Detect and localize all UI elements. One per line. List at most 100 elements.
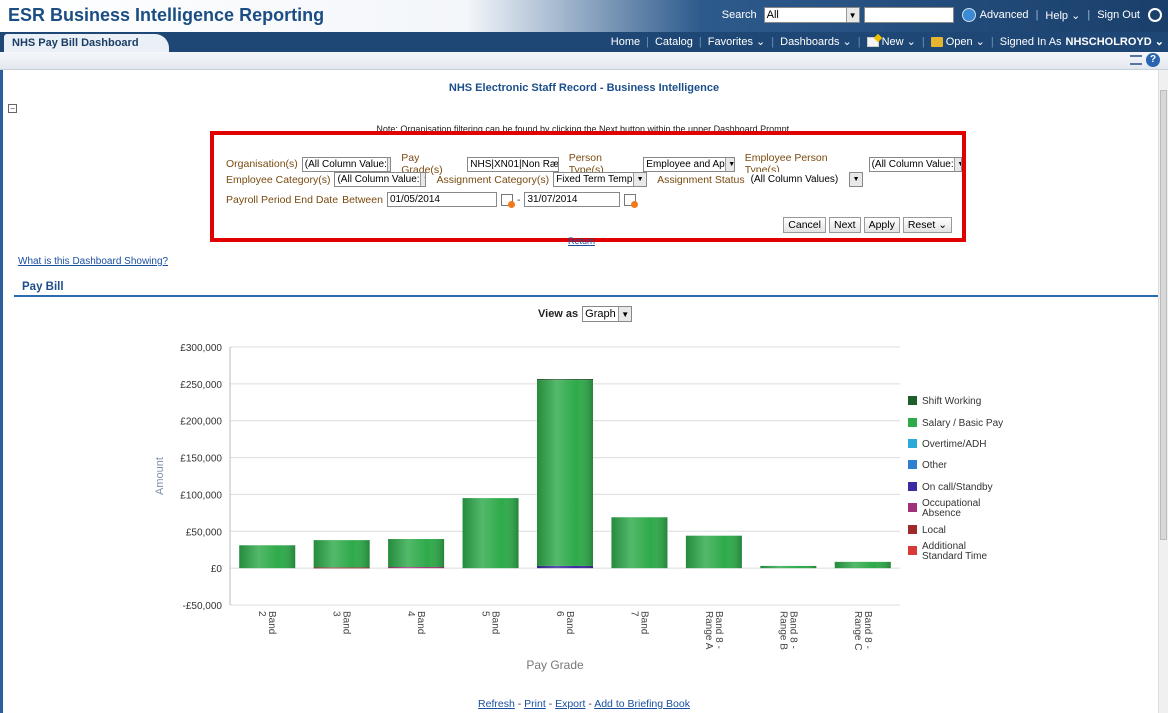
assignment-category-select[interactable]: Fixed Term Temp ▼ bbox=[553, 172, 648, 187]
help-icon[interactable]: ? bbox=[1146, 53, 1160, 67]
reset-button[interactable]: Reset ⌄ bbox=[902, 217, 952, 233]
catalog-link[interactable]: Catalog bbox=[655, 36, 693, 48]
footer-sep: - bbox=[585, 698, 595, 710]
nav-bar: NHS Pay Bill Dashboard Home | Catalog | … bbox=[0, 32, 1168, 52]
sign-out-link[interactable]: Sign Out bbox=[1097, 9, 1140, 21]
assignment-category-value: Fixed Term Temp bbox=[556, 174, 633, 185]
favorites-menu[interactable]: Favorites ⌄ bbox=[708, 35, 766, 48]
legend-label: Other bbox=[922, 460, 948, 471]
chevron-down-icon: ▼ bbox=[845, 8, 859, 22]
scrollbar-thumb[interactable] bbox=[1160, 90, 1167, 540]
search-input[interactable] bbox=[863, 7, 954, 23]
legend-label: Local bbox=[922, 525, 946, 536]
advanced-link[interactable]: Advanced bbox=[980, 9, 1029, 21]
y-tick-label: £300,000 bbox=[180, 343, 222, 354]
calendar-icon[interactable] bbox=[500, 193, 515, 208]
bar-stack bbox=[388, 539, 445, 569]
chevron-down-icon: ▼ bbox=[618, 307, 632, 321]
prompt-row-3: Payroll Period End Date Between 01/05/20… bbox=[226, 192, 639, 208]
return-link[interactable]: Return bbox=[568, 236, 595, 246]
divider: | bbox=[646, 35, 649, 48]
bar-stack bbox=[313, 540, 370, 569]
prompt-buttons: Cancel Next Apply Reset ⌄ bbox=[783, 217, 952, 233]
open-menu[interactable]: Open ⌄ bbox=[946, 35, 985, 48]
cancel-button[interactable]: Cancel bbox=[783, 217, 826, 233]
person-type-select[interactable]: Employee and Ap ▼ bbox=[643, 156, 735, 172]
organisation-value: (All Column Value: bbox=[304, 158, 387, 170]
add-to-briefing-book-link[interactable]: Add to Briefing Book bbox=[594, 698, 690, 710]
x-tick-label: Band 8 -Range C bbox=[852, 611, 873, 650]
y-tick-label: £150,000 bbox=[180, 454, 222, 465]
divider: | bbox=[1035, 9, 1039, 21]
top-header: ESR Business Intelligence Reporting Sear… bbox=[0, 0, 1168, 32]
payroll-period-label: Payroll Period End Date bbox=[226, 193, 339, 206]
page-options-icon[interactable] bbox=[1130, 55, 1142, 65]
legend-swatch bbox=[908, 482, 917, 491]
nav-links: Home | Catalog | Favorites ⌄ | Dashboard… bbox=[611, 35, 1164, 49]
help-menu[interactable]: Help ⌄ bbox=[1045, 9, 1080, 22]
legend-swatch bbox=[908, 418, 917, 427]
signed-in-user-menu[interactable]: NHSCHOLROYD ⌄ bbox=[1066, 35, 1164, 48]
legend-swatch bbox=[908, 439, 917, 448]
assignment-status-dropdown[interactable]: ▼ bbox=[848, 172, 863, 187]
bar-shading bbox=[313, 540, 370, 569]
pay-grade-select[interactable]: NHS|XN01|Non Ræ ▼ bbox=[467, 156, 559, 172]
date-to-input[interactable]: 31/07/2014 bbox=[524, 192, 621, 207]
next-button[interactable]: Next bbox=[828, 217, 861, 233]
prompt-row-2: Employee Category(s) (All Column Value: … bbox=[226, 172, 863, 187]
employee-category-select[interactable]: (All Column Value: ▼ bbox=[334, 172, 427, 187]
export-link[interactable]: Export bbox=[555, 698, 585, 710]
divider: | bbox=[921, 35, 925, 48]
bar-shading bbox=[760, 565, 817, 569]
new-menu[interactable]: New ⌄ bbox=[882, 35, 916, 48]
date-separator: - bbox=[516, 193, 521, 206]
vertical-scrollbar[interactable] bbox=[1158, 70, 1168, 713]
apply-button[interactable]: Apply bbox=[863, 217, 900, 233]
print-link[interactable]: Print bbox=[524, 698, 546, 710]
section-divider bbox=[14, 295, 1158, 297]
assignment-status-select[interactable]: (All Column Values) bbox=[748, 172, 845, 187]
bar-shading bbox=[537, 379, 593, 569]
new-icon bbox=[866, 36, 879, 47]
divider: | bbox=[698, 35, 702, 48]
search-go-icon[interactable] bbox=[961, 8, 976, 22]
y-tick-label: £200,000 bbox=[180, 417, 222, 428]
bar-stack bbox=[462, 498, 519, 569]
what-is-dashboard-link[interactable]: What is this Dashboard Showing? bbox=[18, 256, 168, 267]
between-label: Between bbox=[342, 193, 383, 206]
bar-stack bbox=[685, 535, 742, 569]
page-toolbar: ? bbox=[0, 52, 1168, 70]
divider: | bbox=[1087, 9, 1091, 21]
legend-swatch bbox=[908, 503, 917, 512]
footer-links: Refresh - Print - Export - Add to Briefi… bbox=[0, 698, 1168, 710]
divider: | bbox=[771, 35, 775, 48]
bar-stack bbox=[239, 545, 296, 569]
dashboards-menu[interactable]: Dashboards ⌄ bbox=[780, 35, 852, 48]
view-as-label: View as bbox=[538, 308, 579, 320]
tab-nhs-pay-bill-dashboard[interactable]: NHS Pay Bill Dashboard bbox=[4, 34, 169, 52]
search-label: Search bbox=[721, 9, 757, 21]
bar-stack bbox=[760, 565, 817, 569]
y-axis-label: Amount bbox=[154, 457, 166, 495]
y-tick-label: £100,000 bbox=[180, 490, 222, 501]
search-scope-select[interactable]: All ▼ bbox=[763, 7, 860, 23]
home-link[interactable]: Home bbox=[611, 36, 640, 48]
calendar-icon[interactable] bbox=[624, 193, 639, 208]
bar-shading bbox=[388, 539, 445, 569]
legend-swatch bbox=[908, 546, 917, 555]
collapse-section-icon[interactable]: − bbox=[8, 104, 17, 113]
divider: | bbox=[990, 35, 994, 48]
date-from-input[interactable]: 01/05/2014 bbox=[386, 192, 497, 207]
refresh-link[interactable]: Refresh bbox=[478, 698, 515, 710]
employee-person-type-select[interactable]: (All Column Value: ▼ bbox=[868, 156, 962, 172]
app-title: ESR Business Intelligence Reporting bbox=[8, 5, 325, 25]
legend-label: Occupational Absence bbox=[922, 498, 980, 519]
view-as-value: Graph bbox=[585, 308, 616, 320]
chevron-down-icon: ▼ bbox=[849, 173, 862, 186]
organisation-select[interactable]: (All Column Value: ▼ bbox=[301, 156, 392, 172]
assignment-category-label: Assignment Category(s) bbox=[436, 173, 550, 186]
section-title: Pay Bill bbox=[22, 281, 64, 293]
view-as-select[interactable]: Graph ▼ bbox=[582, 306, 633, 322]
y-tick-label: £0 bbox=[211, 564, 223, 575]
chart-legend: Shift Working Salary / Basic Pay Overtime/… bbox=[908, 396, 1003, 562]
